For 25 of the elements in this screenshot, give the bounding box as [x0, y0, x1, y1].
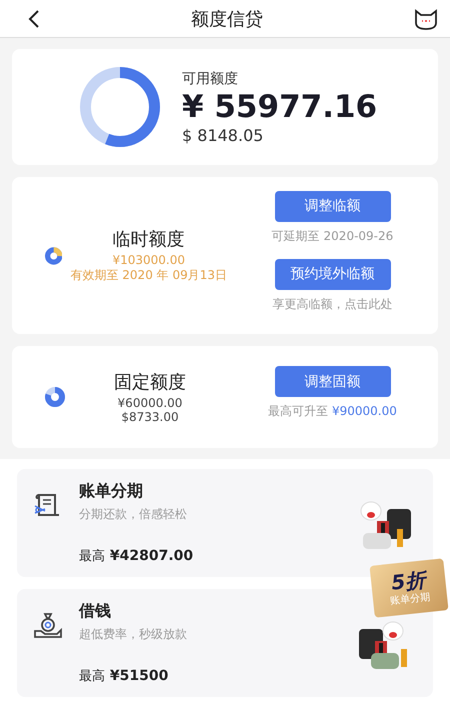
limit-note: 享更高临额，点击此处 [272, 296, 392, 312]
adjust-button[interactable]: 预约境外临额 [274, 258, 390, 290]
limit-title: 固定额度 [114, 371, 186, 394]
available-usd: $ 8148.05 [182, 126, 264, 144]
product-max: 最高 ¥51500 [79, 667, 170, 685]
limit-detail: 有效期至 2020 年 09月13日 [70, 267, 227, 284]
available-label: 可用额度 [182, 70, 239, 88]
product-subtitle: 超低费率，秒级放款 [79, 626, 188, 643]
adjust-button[interactable]: 调整临额 [274, 190, 390, 222]
limit-note: 可延期至 2020-09-26 [272, 228, 394, 244]
limit-title: 临时额度 [112, 228, 185, 251]
cat-face-icon[interactable] [414, 8, 438, 30]
back-icon[interactable] [28, 8, 40, 28]
limit-note: 最高可升至 ¥90000.00 [268, 403, 397, 420]
product-title: 账单分期 [79, 481, 144, 502]
product-subtitle: 分期还款，倍感轻松 [79, 506, 188, 523]
money-bag-hand-icon [33, 611, 63, 641]
product-max: 最高 ¥42807.00 [79, 547, 194, 565]
limit-detail: ¥103000.00 [112, 253, 185, 267]
page-title: 额度信贷 [191, 8, 263, 30]
available-amount: ¥ 55977.16 [182, 88, 378, 126]
limit-detail: $8733.00 [121, 410, 179, 424]
product-title: 借钱 [79, 601, 112, 622]
limit-detail: ¥60000.00 [118, 396, 182, 410]
adjust-button[interactable]: 调整固额 [274, 366, 390, 397]
